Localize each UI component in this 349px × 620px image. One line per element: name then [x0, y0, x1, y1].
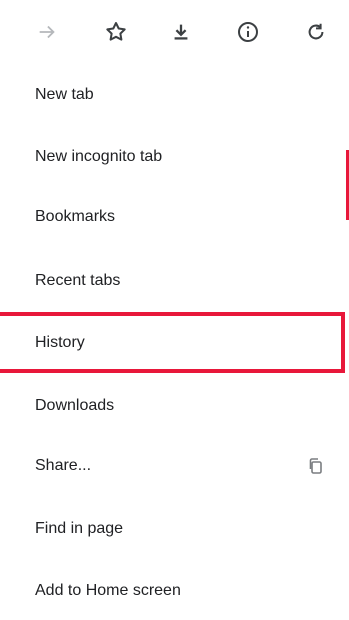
menu-item-history[interactable]: History — [0, 314, 349, 372]
refresh-icon[interactable] — [301, 17, 331, 47]
star-icon[interactable] — [101, 17, 131, 47]
menu-item-label: Recent tabs — [35, 272, 121, 289]
menu-item-recent-tabs[interactable]: Recent tabs — [0, 252, 349, 310]
menu-item-label: History — [35, 334, 85, 351]
info-icon[interactable] — [233, 17, 263, 47]
menu-item-label: Find in page — [35, 520, 124, 537]
menu-item-add-to-home-screen[interactable]: Add to Home screen — [0, 562, 349, 620]
menu-item-label: Add to Home screen — [35, 582, 181, 599]
menu-item-find-in-page[interactable]: Find in page — [0, 500, 349, 558]
menu-item-label: Downloads — [35, 397, 115, 414]
browser-toolbar — [0, 0, 349, 66]
copy-icon[interactable] — [307, 457, 325, 475]
menu-item-label: New tab — [35, 86, 94, 103]
download-icon[interactable] — [166, 17, 196, 47]
menu-item-downloads[interactable]: Downloads — [0, 377, 349, 435]
menu-item-bookmarks[interactable]: Bookmarks — [0, 188, 349, 246]
menu-item-new-incognito-tab[interactable]: New incognito tab — [0, 128, 349, 186]
forward-arrow-icon[interactable] — [32, 17, 62, 47]
menu-item-share[interactable]: Share... — [0, 437, 349, 495]
menu-item-label: Share... — [35, 457, 92, 474]
menu-item-new-tab[interactable]: New tab — [0, 66, 349, 124]
menu-item-label: New incognito tab — [35, 148, 163, 165]
menu-item-label: Bookmarks — [35, 208, 116, 225]
